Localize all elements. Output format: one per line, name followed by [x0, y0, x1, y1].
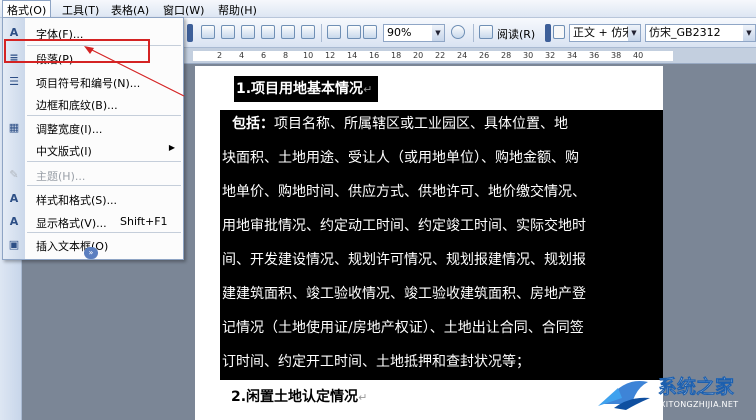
- ruler-number: 36: [589, 51, 600, 60]
- menu-separator: [27, 185, 181, 186]
- ruler-number: 2: [217, 51, 223, 60]
- ruler-number: 38: [611, 51, 622, 60]
- excel-icon[interactable]: [261, 25, 275, 39]
- ruler-number: 22: [435, 51, 446, 60]
- submenu-arrow-icon: ▶: [168, 143, 175, 152]
- ruler-number: 20: [413, 51, 424, 60]
- menu-item-label: 主题(H)...: [36, 170, 86, 183]
- body-line-text: 项目名称、所属辖区或工业园区、具体位置、地: [274, 116, 568, 132]
- style-select[interactable]: 正文 + 仿宋 ▼: [569, 24, 641, 42]
- read-icon[interactable]: [479, 25, 493, 39]
- ruler-number: 40: [633, 51, 644, 60]
- menu-item-fit-width[interactable]: ▦ 调整宽度(I)...: [3, 117, 183, 139]
- body-line[interactable]: 地单价、购地时间、供应方式、供地许可、地价缴交情况、: [222, 176, 586, 208]
- menu-item-label: 样式和格式(S)...: [36, 194, 118, 207]
- body-line[interactable]: 间、开发建设情况、规划许可情况、规划报建情况、规划报: [222, 244, 586, 276]
- ruler-number: 24: [457, 51, 468, 60]
- menu-table[interactable]: 表格(A): [111, 2, 149, 18]
- menu-separator: [27, 232, 181, 233]
- menu-item-shortcut: Shift+F1: [120, 215, 168, 228]
- zoom-select[interactable]: 90% ▼: [383, 24, 445, 42]
- read-button[interactable]: 阅读(R): [497, 26, 535, 42]
- ruler-number: 6: [261, 51, 267, 60]
- font-select[interactable]: 仿宋_GB2312 ▼: [645, 24, 756, 42]
- menu-help[interactable]: 帮助(H): [218, 2, 257, 18]
- body-line[interactable]: 块面积、土地用途、受让人（或用地单位）、购地金额、购: [222, 142, 579, 174]
- menu-item-label: 显示格式(V)...: [36, 217, 107, 230]
- paragraph-mark: ↵: [358, 391, 368, 404]
- table-icon[interactable]: [221, 25, 235, 39]
- watermark-title: 系统之家: [658, 376, 735, 399]
- body-line[interactable]: 订时间、约定开工时间、土地抵押和查封状况等；: [222, 346, 530, 378]
- body-line[interactable]: 建建筑面积、竣工验收情况、竣工验收建筑面积、房地产登: [222, 278, 586, 310]
- ruler-number: 16: [369, 51, 380, 60]
- textbox-icon: ▣: [8, 238, 20, 251]
- ruler-number: 34: [567, 51, 578, 60]
- horizontal-ruler[interactable]: 2 4 6 8 10 12 14 16 18 20 22 24 26 28 30…: [183, 48, 756, 64]
- para-prefix: 包括：: [232, 116, 274, 132]
- styles-icon[interactable]: [553, 25, 565, 39]
- ruler-number: 14: [347, 51, 358, 60]
- reveal-formatting-icon: A: [9, 215, 19, 228]
- menu-item-label: 调整宽度(I)...: [36, 123, 103, 136]
- annotation-arrow-icon: [84, 46, 185, 97]
- ruler-number: 32: [545, 51, 556, 60]
- menu-bar: 格式(O) 工具(T) 表格(A) 窗口(W) 帮助(H): [0, 0, 756, 19]
- body-line[interactable]: 记情况（土地使用证/房地产权证）、土地出让合同、合同签: [222, 312, 584, 344]
- menu-item-styles-formatting[interactable]: A 样式和格式(S)...: [3, 188, 183, 210]
- zoom-value: 90%: [387, 26, 412, 39]
- ruler-number: 10: [303, 51, 314, 60]
- show-marks-icon[interactable]: [347, 25, 361, 39]
- menu-separator: [27, 161, 181, 162]
- font-icon: A: [9, 26, 19, 39]
- menu-separator: [27, 115, 181, 116]
- help-icon[interactable]: [451, 25, 465, 39]
- menu-item-label: 中文版式(I): [36, 145, 92, 158]
- fit-width-icon: ▦: [8, 121, 20, 134]
- ruler-number: 12: [325, 51, 336, 60]
- watermark-logo-icon: [598, 380, 650, 410]
- menu-item-reveal-formatting[interactable]: A 显示格式(V)... Shift+F1: [3, 211, 183, 233]
- bullets-icon: ☰: [9, 75, 19, 88]
- heading-1[interactable]: 1.项目用地基本情况↵: [234, 76, 379, 102]
- ruler-number: 28: [501, 51, 512, 60]
- toolbar-grip[interactable]: [545, 24, 551, 42]
- ruler-number: 26: [479, 51, 490, 60]
- heading-2[interactable]: 2.闲置土地认定情况↵: [231, 386, 367, 406]
- hyperlink-icon[interactable]: [201, 25, 215, 39]
- watermark: 系统之家 XITONGZHIJIA.NET: [596, 362, 756, 420]
- menu-item-theme: ✎ 主题(H)...: [3, 164, 183, 186]
- paragraph-icon[interactable]: [363, 25, 377, 39]
- ruler-number: 30: [523, 51, 534, 60]
- chevron-down-icon[interactable]: ▼: [743, 25, 755, 41]
- paragraph-mark: ↵: [363, 83, 373, 96]
- toolbar-separator: [473, 24, 474, 42]
- body-line[interactable]: 用地审批情况、约定动工时间、约定竣工时间、实际交地时: [222, 210, 586, 242]
- columns-icon[interactable]: [281, 25, 295, 39]
- toolbar-separator: [321, 24, 322, 42]
- style-value: 正文 + 仿宋: [573, 26, 634, 39]
- chevron-down-icon[interactable]: ▼: [628, 25, 640, 41]
- menu-window[interactable]: 窗口(W): [163, 2, 204, 18]
- chevron-double-down-icon[interactable]: »: [84, 247, 98, 259]
- menu-item-asian-layout[interactable]: 中文版式(I) ▶: [3, 139, 183, 161]
- ruler-number: 4: [239, 51, 245, 60]
- watermark-url: XITONGZHIJIA.NET: [660, 400, 739, 409]
- heading-2-text: 2.闲置土地认定情况: [231, 389, 359, 405]
- theme-icon: ✎: [9, 168, 19, 181]
- body-line[interactable]: 包括：项目名称、所属辖区或工业园区、具体位置、地: [232, 108, 568, 140]
- menu-tools[interactable]: 工具(T): [62, 2, 99, 18]
- document-map-icon[interactable]: [327, 25, 341, 39]
- insert-table-icon[interactable]: [241, 25, 255, 39]
- styles-formatting-icon: A: [9, 192, 19, 205]
- font-value: 仿宋_GB2312: [649, 26, 721, 39]
- heading-1-text: 1.项目用地基本情况: [236, 81, 364, 97]
- chevron-down-icon[interactable]: ▼: [432, 25, 444, 41]
- ruler-number: 8: [283, 51, 289, 60]
- formatting-toolbar: 90% ▼ 阅读(R) 正文 + 仿宋 ▼ 仿宋_GB2312 ▼: [183, 18, 756, 48]
- drawing-icon[interactable]: [301, 25, 315, 39]
- ruler-number: 18: [391, 51, 402, 60]
